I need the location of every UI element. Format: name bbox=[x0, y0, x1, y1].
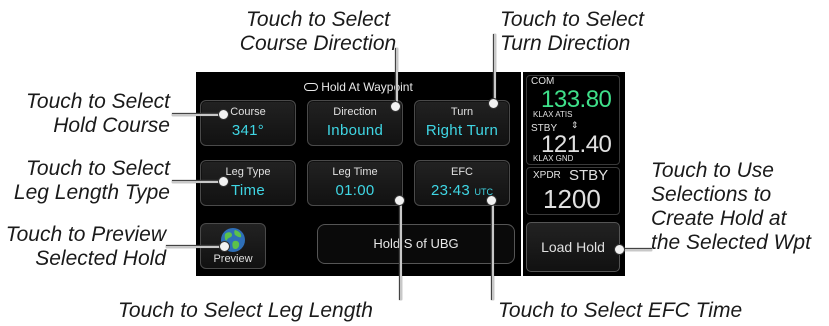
transponder-box[interactable]: XPDR STBY 1200 bbox=[526, 167, 620, 215]
leader-line bbox=[172, 180, 222, 183]
callout-turn-direction: Touch to Select Turn Direction bbox=[500, 8, 680, 56]
callout-course-direction: Touch to Select Course Direction bbox=[226, 8, 410, 56]
hold-description: Hold S of UBG bbox=[317, 224, 515, 264]
screen-title: Hold At Waypoint bbox=[196, 80, 521, 94]
leader-line bbox=[399, 200, 402, 300]
leader-dot bbox=[394, 195, 405, 206]
callout-efc-time: Touch to Select EFC Time bbox=[498, 299, 743, 323]
callout-line: Create Hold at bbox=[651, 207, 787, 230]
leader-dot bbox=[219, 241, 230, 252]
callout-use-selections: Touch to Use Selections to Create Hold a… bbox=[651, 159, 826, 255]
callout-line: Touch to Use bbox=[651, 159, 774, 182]
callout-line: Hold Course bbox=[53, 114, 170, 137]
xpdr-mode: STBY bbox=[569, 167, 609, 184]
turn-value: Right Turn bbox=[425, 122, 499, 139]
xpdr-label: XPDR bbox=[533, 170, 561, 181]
leader-line bbox=[493, 34, 496, 102]
callout-line: Touch to Select bbox=[246, 8, 390, 31]
load-hold-button[interactable]: Load Hold bbox=[526, 222, 620, 272]
stby-id: KLAX GND bbox=[533, 154, 574, 163]
course-button[interactable]: Course 341° bbox=[200, 100, 296, 146]
callout-line: Touch to Select bbox=[26, 90, 170, 113]
callout-line: Touch to Select bbox=[500, 8, 644, 31]
com-active-id: KLAX ATIS bbox=[533, 110, 573, 119]
callout-line: Selections to bbox=[651, 183, 772, 206]
leg-type-label: Leg Type bbox=[225, 166, 271, 178]
preview-label: Preview bbox=[213, 253, 253, 265]
callout-line: Leg Length Type bbox=[13, 181, 170, 204]
callout-line: Touch to Preview bbox=[5, 223, 166, 246]
leader-dot bbox=[390, 101, 401, 112]
leader-line bbox=[491, 200, 494, 300]
leg-time-label: Leg Time bbox=[332, 166, 378, 178]
leader-line bbox=[395, 48, 398, 104]
leader-dot bbox=[218, 176, 229, 187]
leader-dot bbox=[614, 244, 625, 255]
hold-pattern-icon bbox=[304, 82, 319, 91]
direction-label: Direction bbox=[333, 106, 377, 118]
leader-line bbox=[166, 245, 224, 248]
com-radio-box[interactable]: COM 133.80 KLAX ATIS ⇕ STBY 121.40 KLAX … bbox=[526, 75, 620, 165]
screen-title-text: Hold At Waypoint bbox=[321, 80, 413, 94]
direction-button[interactable]: Direction Inbound bbox=[307, 100, 403, 146]
efc-value: 23:43 bbox=[430, 182, 471, 199]
callout-line: Touch to Select EFC Time bbox=[498, 299, 743, 322]
radio-panel: COM 133.80 KLAX ATIS ⇕ STBY 121.40 KLAX … bbox=[523, 72, 625, 276]
leader-dot bbox=[488, 98, 499, 109]
callout-preview: Touch to Preview Selected Hold bbox=[0, 223, 166, 271]
leader-dot bbox=[486, 195, 497, 206]
leg-time-button[interactable]: Leg Time 01:00 bbox=[307, 160, 403, 206]
callout-line: Turn Direction bbox=[500, 32, 631, 55]
callout-line: Course Direction bbox=[239, 32, 397, 55]
callout-leg-type: Touch to Select Leg Length Type bbox=[0, 157, 170, 205]
callout-line: Touch to Select bbox=[26, 157, 170, 180]
course-value: 341° bbox=[231, 122, 265, 139]
hold-at-waypoint-screen: Hold At Waypoint Course 341° Direction I… bbox=[196, 72, 521, 276]
leader-dot bbox=[218, 109, 229, 120]
direction-value: Inbound bbox=[326, 122, 384, 139]
callout-hold-course: Touch to Select Hold Course bbox=[0, 90, 170, 138]
swap-icon[interactable]: ⇕ bbox=[571, 120, 579, 131]
leg-time-value: 01:00 bbox=[335, 182, 375, 199]
course-label: Course bbox=[230, 106, 266, 118]
leg-type-value: Time bbox=[231, 182, 265, 199]
callout-line: the Selected Wpt bbox=[651, 231, 811, 254]
leader-line bbox=[172, 113, 222, 116]
xpdr-code: 1200 bbox=[543, 184, 601, 214]
leg-type-button[interactable]: Leg Type Time bbox=[200, 160, 296, 206]
callout-leg-length: Touch to Select Leg Length bbox=[118, 299, 408, 323]
callout-line: Selected Hold bbox=[35, 247, 166, 270]
callout-line: Touch to Select Leg Length bbox=[118, 299, 373, 322]
efc-label: EFC bbox=[451, 166, 473, 178]
